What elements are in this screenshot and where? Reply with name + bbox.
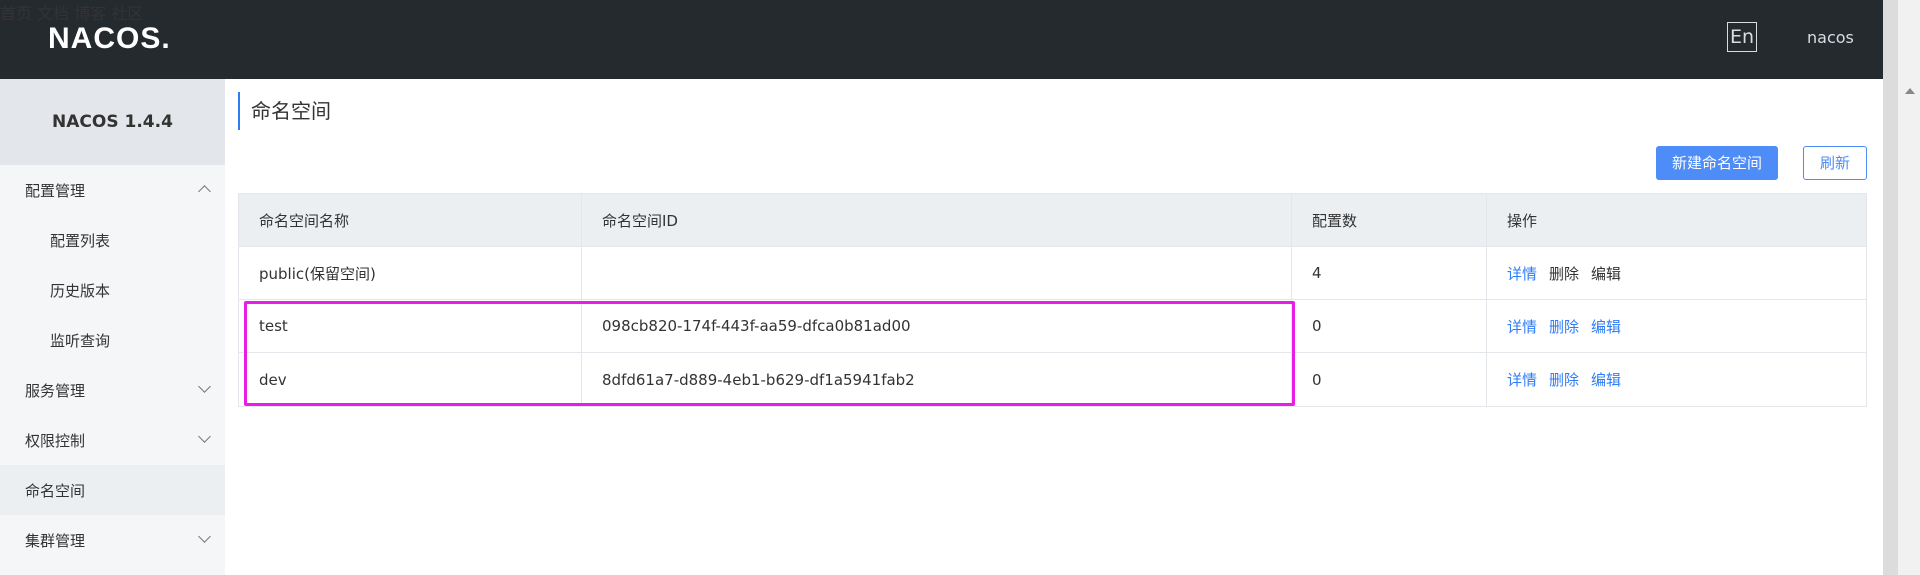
details-link[interactable]: 详情 bbox=[1507, 263, 1537, 284]
namespace-name: test bbox=[239, 300, 582, 352]
language-toggle[interactable]: En bbox=[1727, 22, 1757, 52]
sidebar-item-label: 命名空间 bbox=[25, 481, 86, 500]
scroll-up-arrow-icon[interactable] bbox=[1905, 88, 1915, 94]
operations-cell: 详情 删除 编辑 bbox=[1487, 353, 1866, 406]
details-link[interactable]: 详情 bbox=[1507, 316, 1537, 337]
sidebar-item-service-management[interactable]: 服务管理 bbox=[0, 365, 225, 415]
sidebar-item-config-list[interactable]: 配置列表 bbox=[0, 215, 225, 265]
table-header-row: 命名空间名称 命名空间ID 配置数 操作 bbox=[239, 194, 1866, 247]
chevron-up-icon bbox=[198, 185, 211, 198]
edit-link[interactable]: 编辑 bbox=[1591, 369, 1621, 390]
sidebar-item-access-control[interactable]: 权限控制 bbox=[0, 415, 225, 465]
operations-cell: 详情 删除 编辑 bbox=[1487, 300, 1866, 352]
nacos-logo[interactable]: NACOS. bbox=[48, 22, 171, 56]
new-namespace-button[interactable]: 新建命名空间 bbox=[1656, 146, 1778, 180]
table-row: dev 8dfd61a7-d889-4eb1-b629-df1a5941fab2… bbox=[239, 353, 1866, 406]
sidebar-item-history[interactable]: 历史版本 bbox=[0, 265, 225, 315]
sidebar-item-label: 权限控制 bbox=[25, 431, 86, 450]
scrollbar-track[interactable] bbox=[1898, 0, 1920, 575]
sidebar-item-label: 配置管理 bbox=[25, 181, 86, 200]
table-row: public(保留空间) 4 详情 删除 编辑 bbox=[239, 247, 1866, 300]
sidebar-item-label: 配置列表 bbox=[50, 231, 111, 250]
column-header-name: 命名空间名称 bbox=[239, 194, 582, 246]
sidebar-item-label: 历史版本 bbox=[50, 281, 111, 300]
operations-cell: 详情 删除 编辑 bbox=[1487, 247, 1866, 299]
sidebar-item-config-management[interactable]: 配置管理 bbox=[0, 165, 225, 215]
nav-community[interactable]: 社区 bbox=[111, 4, 143, 23]
nav-blog[interactable]: 博客 bbox=[74, 4, 106, 23]
top-header: NACOS. 首页 文档 博客 社区 En nacos bbox=[0, 0, 1898, 79]
nav-home[interactable]: 首页 bbox=[0, 4, 32, 23]
page-title: 命名空间 bbox=[238, 92, 331, 130]
namespace-id: 098cb820-174f-443f-aa59-dfca0b81ad00 bbox=[582, 300, 1292, 352]
namespace-name: dev bbox=[239, 353, 582, 406]
edit-link[interactable]: 编辑 bbox=[1591, 316, 1621, 337]
table-row: test 098cb820-174f-443f-aa59-dfca0b81ad0… bbox=[239, 300, 1866, 353]
sidebar: NACOS 1.4.4 配置管理 配置列表 历史版本 监听查询 服务管理 权限控… bbox=[0, 79, 225, 575]
namespace-name: public(保留空间) bbox=[239, 247, 582, 299]
column-header-config-count: 配置数 bbox=[1292, 194, 1487, 246]
namespace-id: 8dfd61a7-d889-4eb1-b629-df1a5941fab2 bbox=[582, 353, 1292, 406]
config-count: 0 bbox=[1292, 300, 1487, 352]
chevron-down-icon bbox=[198, 530, 211, 543]
scrollbar-thumb[interactable] bbox=[1883, 0, 1898, 575]
chevron-down-icon bbox=[198, 430, 211, 443]
sidebar-item-cluster-management[interactable]: 集群管理 bbox=[0, 515, 225, 565]
sidebar-item-listener-query[interactable]: 监听查询 bbox=[0, 315, 225, 365]
sidebar-title: NACOS 1.4.4 bbox=[0, 79, 225, 165]
delete-link: 删除 bbox=[1549, 264, 1580, 283]
edit-link: 编辑 bbox=[1591, 264, 1622, 283]
sidebar-item-label: 服务管理 bbox=[25, 381, 86, 400]
nav-docs[interactable]: 文档 bbox=[37, 4, 69, 23]
delete-link[interactable]: 删除 bbox=[1549, 316, 1579, 337]
user-name[interactable]: nacos bbox=[1807, 28, 1854, 47]
namespace-id bbox=[582, 247, 1292, 299]
column-header-operations: 操作 bbox=[1507, 211, 1538, 230]
config-count: 0 bbox=[1292, 353, 1487, 406]
config-count: 4 bbox=[1292, 247, 1487, 299]
namespace-table: 命名空间名称 命名空间ID 配置数 操作 public(保留空间) 4 详情 删… bbox=[238, 193, 1867, 407]
refresh-button[interactable]: 刷新 bbox=[1803, 146, 1867, 180]
sidebar-item-namespace[interactable]: 命名空间 bbox=[0, 465, 225, 515]
chevron-down-icon bbox=[198, 380, 211, 393]
column-header-id: 命名空间ID bbox=[582, 194, 1292, 246]
sidebar-item-label: 监听查询 bbox=[50, 331, 111, 350]
delete-link[interactable]: 删除 bbox=[1549, 369, 1579, 390]
sidebar-item-label: 集群管理 bbox=[25, 531, 86, 550]
details-link[interactable]: 详情 bbox=[1507, 369, 1537, 390]
